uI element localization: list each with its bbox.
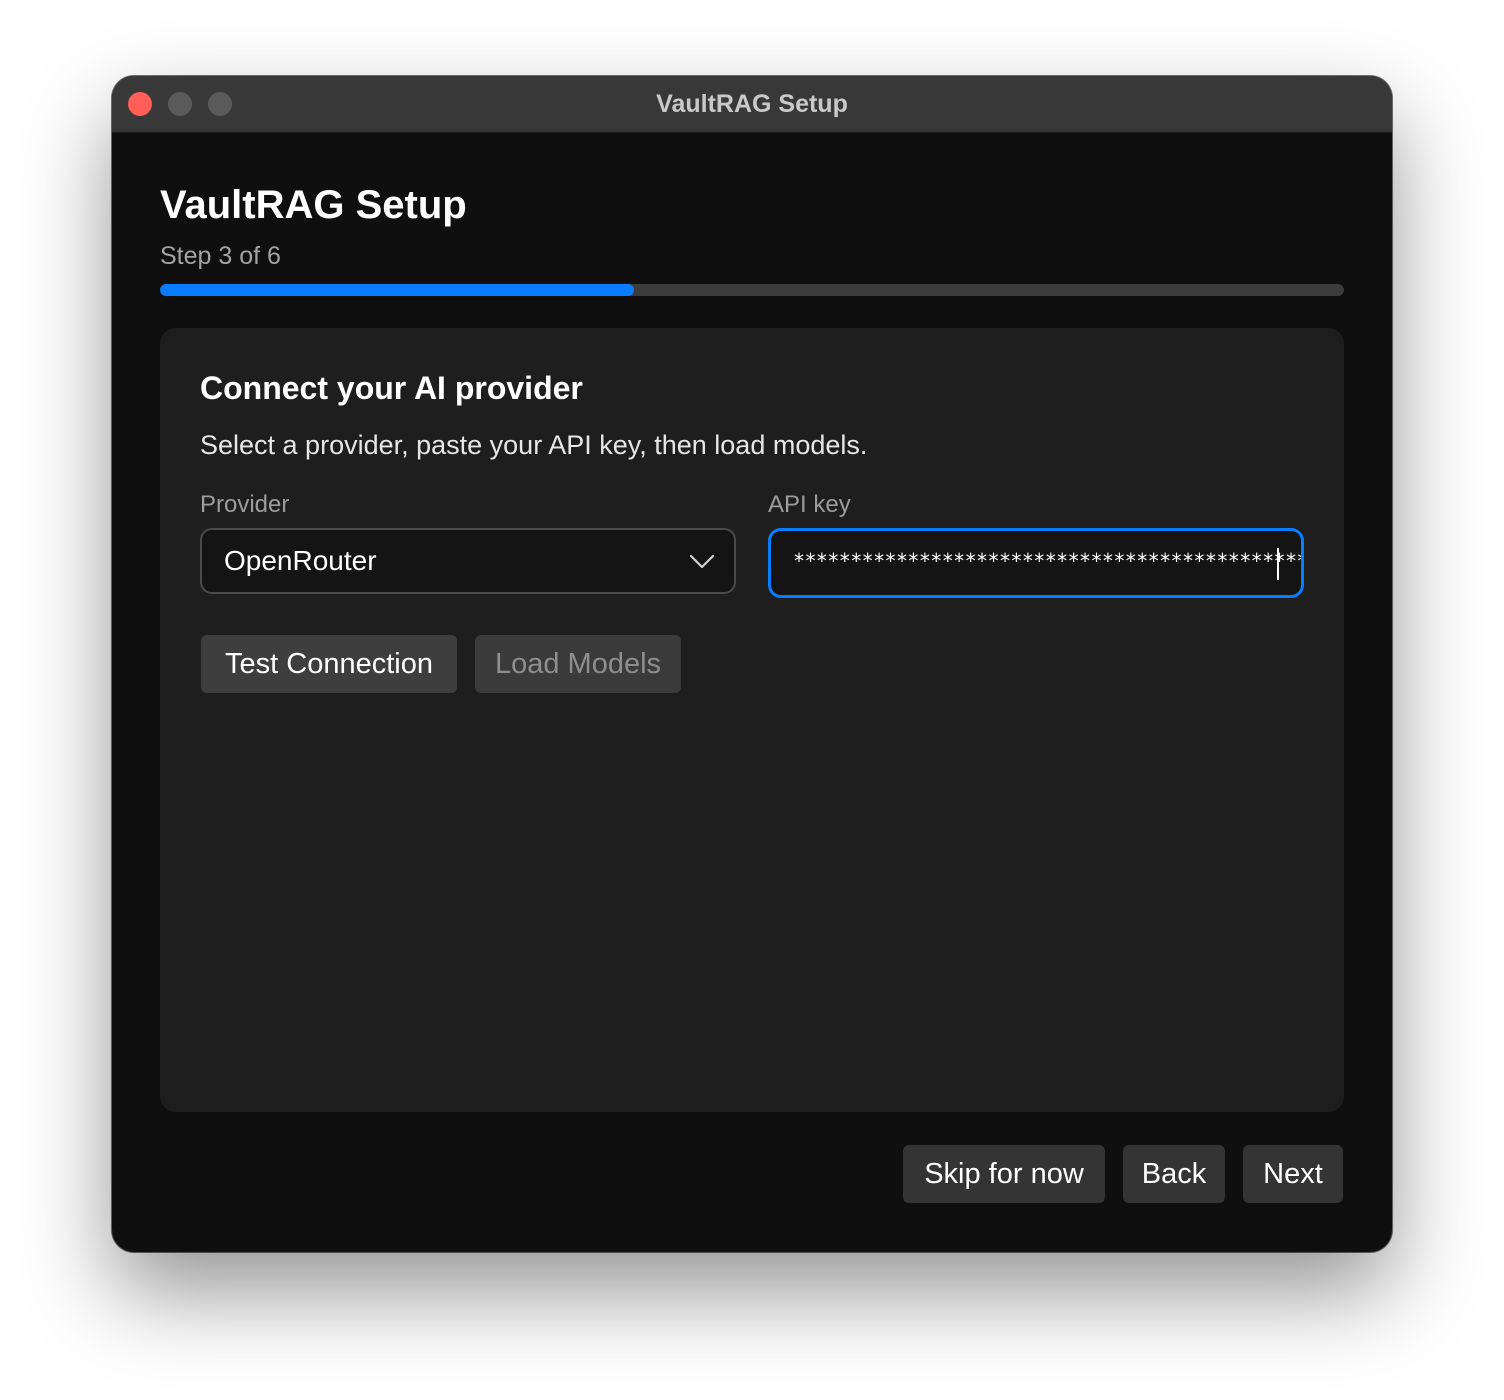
- api-key-masked-value: ****************************************…: [793, 549, 1304, 573]
- window-title: VaultRAG Setup: [656, 90, 848, 118]
- text-caret: [1277, 548, 1279, 580]
- chevron-down-icon: [689, 554, 715, 569]
- provider-card: Connect your AI provider Select a provid…: [160, 328, 1344, 1112]
- provider-label: Provider: [200, 491, 290, 518]
- api-key-label: API key: [768, 491, 851, 518]
- card-title: Connect your AI provider: [200, 370, 583, 406]
- title-bar[interactable]: VaultRAG Setup: [112, 76, 1392, 133]
- load-models-button[interactable]: Load Models: [475, 635, 681, 693]
- provider-select[interactable]: OpenRouter: [200, 528, 736, 594]
- api-key-input[interactable]: ****************************************…: [768, 528, 1304, 598]
- wizard-content: VaultRAG Setup Step 3 of 6 Connect your …: [112, 133, 1392, 1252]
- step-indicator: Step 3 of 6: [160, 242, 281, 270]
- test-connection-button[interactable]: Test Connection: [201, 635, 457, 693]
- skip-button[interactable]: Skip for now: [903, 1145, 1105, 1203]
- next-button[interactable]: Next: [1243, 1145, 1343, 1203]
- progress-bar: [160, 284, 1344, 296]
- provider-selected-value: OpenRouter: [224, 545, 377, 576]
- back-button[interactable]: Back: [1123, 1145, 1225, 1203]
- setup-window: VaultRAG Setup VaultRAG Setup Step 3 of …: [112, 76, 1392, 1252]
- progress-fill: [160, 284, 634, 296]
- page-title: VaultRAG Setup: [160, 183, 467, 227]
- card-description: Select a provider, paste your API key, t…: [200, 430, 868, 460]
